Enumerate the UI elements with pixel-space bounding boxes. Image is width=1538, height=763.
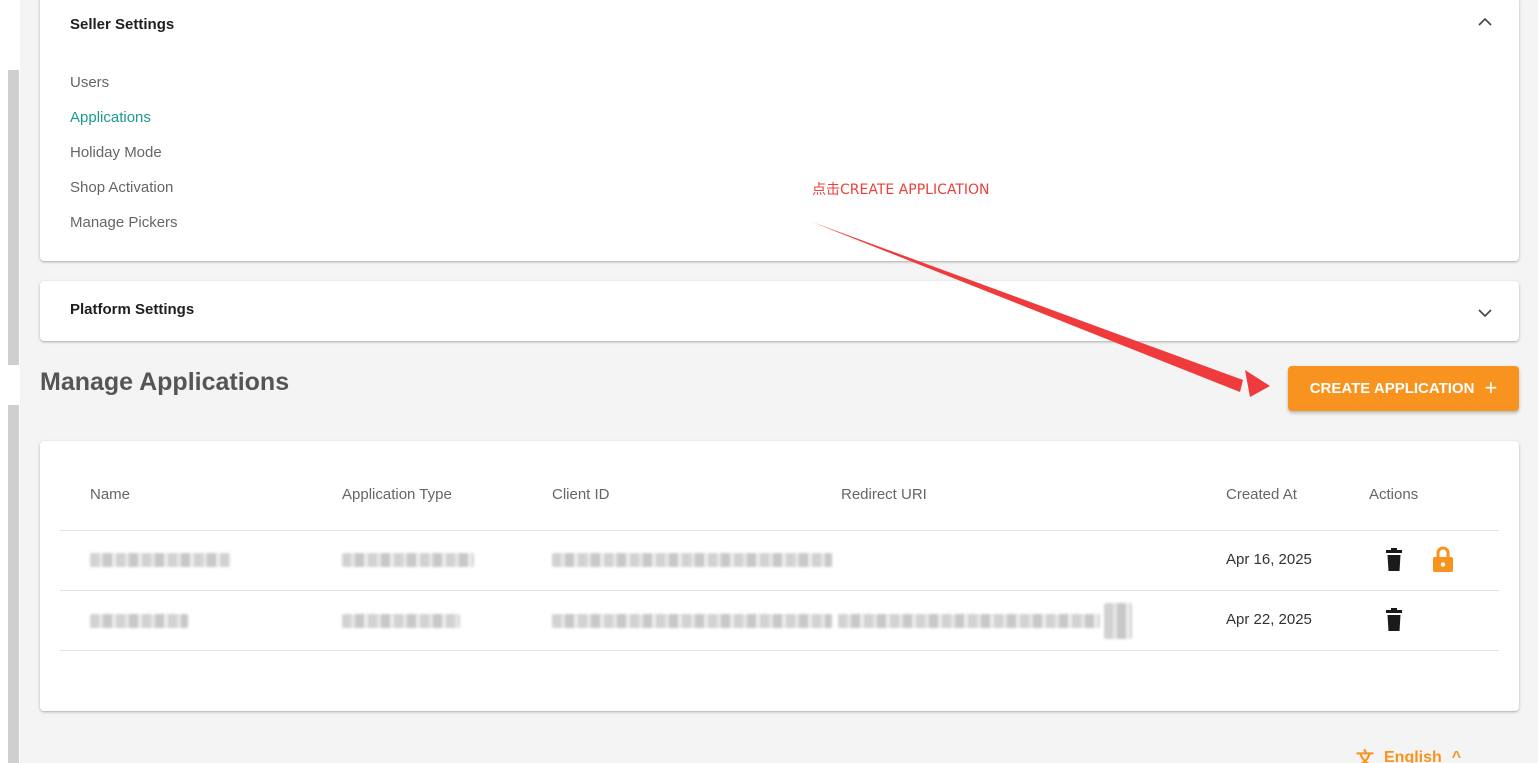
page-title: Manage Applications xyxy=(40,368,290,396)
menu-item-shop-activation[interactable]: Shop Activation xyxy=(70,177,178,212)
redacted-name xyxy=(90,553,230,567)
column-header-client-id[interactable]: Client ID xyxy=(552,486,610,503)
scrollbar-track[interactable] xyxy=(8,405,19,763)
language-selector[interactable]: 文 English ^ xyxy=(1356,748,1461,763)
menu-item-users[interactable]: Users xyxy=(70,72,178,107)
column-header-application-type[interactable]: Application Type xyxy=(342,486,452,503)
redacted-application-type xyxy=(342,553,474,567)
scrollbar-track[interactable] xyxy=(8,70,19,365)
menu-item-applications[interactable]: Applications xyxy=(70,107,178,142)
platform-settings-panel[interactable]: Platform Settings xyxy=(40,281,1519,341)
seller-settings-menu: Users Applications Holiday Mode Shop Act… xyxy=(70,72,178,247)
redacted-application-type xyxy=(342,614,460,628)
platform-settings-title[interactable]: Platform Settings xyxy=(70,301,194,318)
seller-settings-title[interactable]: Seller Settings xyxy=(70,16,174,33)
seller-settings-panel: Seller Settings Users Applications Holid… xyxy=(40,0,1519,261)
menu-item-manage-pickers[interactable]: Manage Pickers xyxy=(70,212,178,247)
redacted-client-id xyxy=(552,553,832,567)
column-header-redirect-uri[interactable]: Redirect URI xyxy=(841,486,927,503)
chevron-up-icon: ^ xyxy=(1451,749,1462,763)
trash-icon[interactable] xyxy=(1384,548,1404,572)
created-at-cell: Apr 22, 2025 xyxy=(1226,611,1312,628)
row-divider xyxy=(60,590,1499,591)
redacted-copy-icon[interactable] xyxy=(1104,603,1132,639)
plus-icon: + xyxy=(1484,374,1498,400)
created-at-cell: Apr 16, 2025 xyxy=(1226,551,1312,568)
lock-icon[interactable] xyxy=(1432,545,1454,573)
trash-icon[interactable] xyxy=(1384,608,1404,632)
create-application-button[interactable]: CREATE APPLICATION + xyxy=(1288,366,1519,411)
redacted-name xyxy=(90,614,188,628)
column-header-actions: Actions xyxy=(1369,486,1419,503)
annotation-text: 点击CREATE APPLICATION xyxy=(812,182,990,198)
chevron-down-icon[interactable] xyxy=(1477,305,1493,321)
chevron-up-icon[interactable] xyxy=(1477,14,1493,30)
column-header-name[interactable]: Name xyxy=(90,486,130,503)
redacted-client-id xyxy=(552,614,832,628)
language-label: English xyxy=(1384,749,1442,763)
column-header-created-at[interactable]: Created At xyxy=(1226,486,1297,503)
redacted-redirect-uri xyxy=(838,614,1100,628)
header-divider xyxy=(60,530,1499,531)
create-application-label: CREATE APPLICATION xyxy=(1309,380,1475,397)
row-divider xyxy=(60,650,1499,651)
translate-icon: 文 xyxy=(1356,749,1374,763)
applications-table: Name Application Type Client ID Redirect… xyxy=(40,441,1519,711)
menu-item-holiday-mode[interactable]: Holiday Mode xyxy=(70,142,178,177)
